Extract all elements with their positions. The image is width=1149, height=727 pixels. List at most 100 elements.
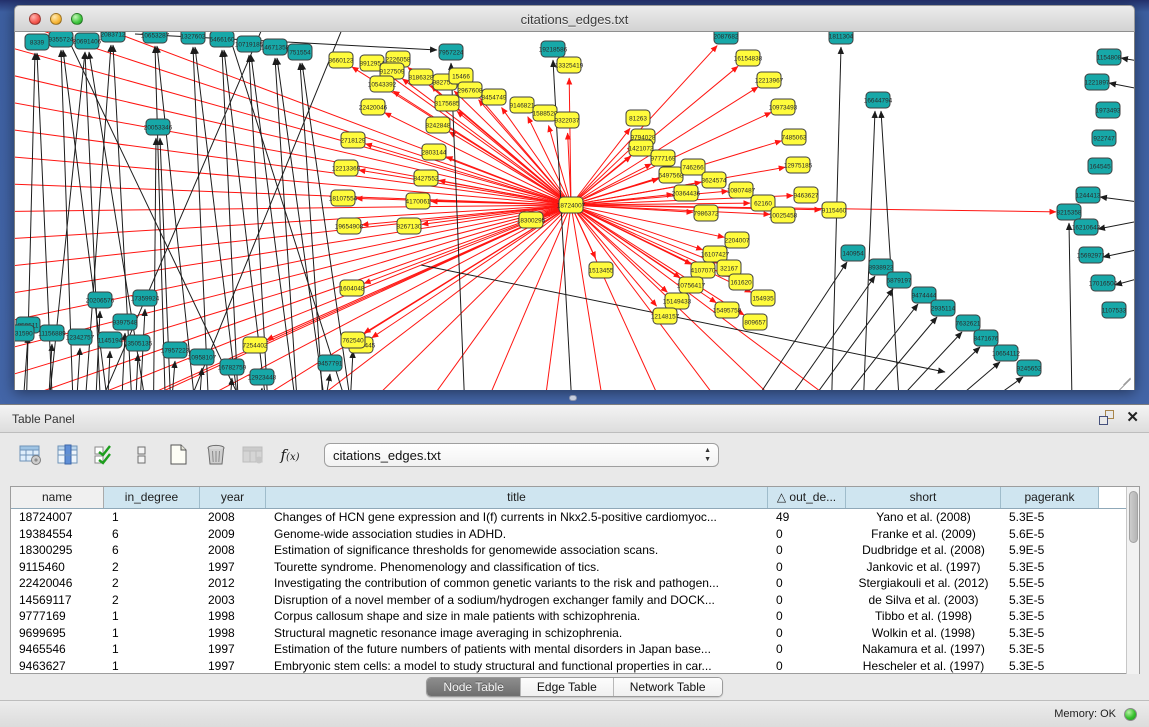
window-titlebar[interactable]: citations_edges.txt bbox=[14, 5, 1135, 32]
cell-out_de[interactable]: 0 bbox=[768, 542, 846, 559]
graph-node[interactable]: 10756417 bbox=[677, 277, 706, 293]
cell-name[interactable]: 14569117 bbox=[11, 592, 104, 609]
graph-node[interactable]: 16644794 bbox=[864, 92, 893, 108]
table-row[interactable]: 1456911722003Disruption of a novel membe… bbox=[11, 592, 1139, 609]
graph-node[interactable]: 12342757 bbox=[66, 329, 95, 345]
graph-node[interactable]: 6466160 bbox=[210, 32, 235, 47]
cell-title[interactable]: Disruption of a novel member of a sodium… bbox=[266, 592, 768, 609]
cell-title[interactable]: Investigating the contribution of common… bbox=[266, 575, 768, 592]
graph-node[interactable]: 8471676 bbox=[974, 330, 999, 346]
column-header-pagerank[interactable]: pagerank bbox=[1001, 487, 1099, 508]
cell-name[interactable]: 18724007 bbox=[11, 509, 104, 526]
graph-node[interactable]: 7485063 bbox=[782, 129, 807, 145]
tab-node-table[interactable]: Node Table bbox=[427, 678, 520, 696]
delete-button[interactable] bbox=[199, 440, 233, 470]
graph-node[interactable]: 2087682 bbox=[714, 32, 739, 44]
graph-node[interactable]: 1973493 bbox=[1096, 102, 1121, 118]
cell-out_de[interactable]: 0 bbox=[768, 658, 846, 675]
graph-node[interactable]: 10025458 bbox=[769, 207, 798, 223]
graph-node[interactable]: 18107554 bbox=[329, 190, 358, 206]
graph-node[interactable]: 8242848 bbox=[426, 117, 451, 133]
tab-edge-table[interactable]: Edge Table bbox=[520, 678, 613, 696]
cell-year[interactable]: 1998 bbox=[200, 625, 266, 642]
function-builder-button[interactable]: f(x) bbox=[273, 440, 307, 470]
cell-year[interactable]: 2012 bbox=[200, 575, 266, 592]
cell-in_degree[interactable]: 1 bbox=[104, 641, 200, 658]
cell-title[interactable]: Embryonic stem cells: a model to study s… bbox=[266, 658, 768, 675]
cell-year[interactable]: 1997 bbox=[200, 658, 266, 675]
graph-node[interactable]: 3175685 bbox=[435, 95, 460, 111]
row-selection-button[interactable] bbox=[88, 440, 122, 470]
table-row[interactable]: 1830029562008Estimation of significance … bbox=[11, 542, 1139, 559]
cell-out_de[interactable]: 0 bbox=[768, 526, 846, 543]
graph-node[interactable]: 3624574 bbox=[702, 172, 727, 188]
graph-node[interactable]: 10653287 bbox=[141, 32, 170, 43]
graph-node[interactable]: 9457791 bbox=[318, 355, 343, 371]
graph-node[interactable]: 154935 bbox=[751, 290, 775, 306]
graph-node[interactable]: 18724007 bbox=[557, 197, 586, 213]
column-header-year[interactable]: year bbox=[200, 487, 266, 508]
graph-node[interactable]: 19218586 bbox=[539, 41, 568, 57]
cell-pagerank[interactable]: 5.3E-5 bbox=[1001, 658, 1099, 675]
column-header-short[interactable]: short bbox=[846, 487, 1001, 508]
graph-node[interactable]: 1154808 bbox=[1097, 49, 1122, 65]
graph-node[interactable]: 14671358 bbox=[261, 39, 290, 55]
graph-node[interactable]: 1421072 bbox=[629, 140, 654, 156]
tab-network-table[interactable]: Network Table bbox=[613, 678, 722, 696]
graph-node[interactable]: 1513455 bbox=[589, 262, 614, 278]
splitter-handle[interactable] bbox=[569, 395, 577, 401]
cell-out_de[interactable]: 0 bbox=[768, 625, 846, 642]
table-row[interactable]: 946362711997Embryonic stem cells: a mode… bbox=[11, 658, 1139, 675]
table-row[interactable]: 2242004622012Investigating the contribut… bbox=[11, 575, 1139, 592]
graph-node[interactable]: 9463627 bbox=[794, 187, 819, 203]
graph-node[interactable]: 9322037 bbox=[555, 112, 580, 128]
cell-title[interactable]: Estimation of significance thresholds fo… bbox=[266, 542, 768, 559]
cell-short[interactable]: Franke et al. (2009) bbox=[846, 526, 1001, 543]
cell-short[interactable]: Dudbridge et al. (2008) bbox=[846, 542, 1001, 559]
cell-in_degree[interactable]: 1 bbox=[104, 509, 200, 526]
column-header-out_de[interactable]: △ out_de... bbox=[768, 487, 846, 508]
graph-node[interactable]: 8215358 bbox=[1057, 204, 1082, 220]
graph-node[interactable]: 10654112 bbox=[992, 345, 1020, 361]
delete-table-button[interactable] bbox=[236, 440, 270, 470]
graph-node[interactable]: 9115460 bbox=[822, 202, 847, 218]
cell-title[interactable]: Tourette syndrome. Phenomenology and cla… bbox=[266, 559, 768, 576]
cell-pagerank[interactable]: 5.3E-5 bbox=[1001, 641, 1099, 658]
graph-node[interactable]: 12213369 bbox=[332, 160, 361, 176]
graph-node[interactable]: 8454749 bbox=[482, 89, 507, 105]
graph-node[interactable]: 7632621 bbox=[956, 315, 981, 331]
graph-node[interactable]: 2718129 bbox=[341, 132, 366, 148]
graph-node[interactable]: 4170061 bbox=[406, 193, 431, 209]
graph-node[interactable]: 161620 bbox=[729, 274, 753, 290]
cell-pagerank[interactable]: 5.3E-5 bbox=[1001, 509, 1099, 526]
graph-node[interactable]: 922747 bbox=[1092, 130, 1116, 146]
graph-node[interactable]: 18300295 bbox=[517, 212, 546, 228]
memory-status-led[interactable] bbox=[1124, 708, 1137, 721]
cell-name[interactable]: 18300295 bbox=[11, 542, 104, 559]
graph-node[interactable]: 9245652 bbox=[1017, 360, 1042, 376]
cell-in_degree[interactable]: 2 bbox=[104, 559, 200, 576]
graph-node[interactable]: 2935114 bbox=[931, 300, 956, 316]
graph-node[interactable]: 20206576 bbox=[86, 292, 115, 308]
cell-name[interactable]: 22420046 bbox=[11, 575, 104, 592]
graph-node[interactable]: 9397548 bbox=[113, 314, 138, 330]
cell-pagerank[interactable]: 5.3E-5 bbox=[1001, 592, 1099, 609]
graph-node[interactable]: 6879197 bbox=[887, 272, 912, 288]
graph-node[interactable]: 4107070 bbox=[691, 262, 716, 278]
graph-node[interactable]: 8427552 bbox=[414, 170, 439, 186]
close-panel-icon[interactable]: ✕ bbox=[1126, 410, 1139, 425]
table-scrollbar[interactable] bbox=[1126, 487, 1139, 674]
cell-pagerank[interactable]: 5.5E-5 bbox=[1001, 575, 1099, 592]
graph-node[interactable]: 1221897 bbox=[1085, 74, 1110, 90]
cell-title[interactable]: Genome-wide association studies in ADHD. bbox=[266, 526, 768, 543]
graph-node[interactable]: 12148157 bbox=[651, 308, 680, 324]
graph-node[interactable]: 9146821 bbox=[510, 97, 535, 113]
float-panel-icon[interactable] bbox=[1099, 410, 1114, 425]
graph-node[interactable]: 1811304 bbox=[829, 32, 854, 44]
column-header-title[interactable]: title bbox=[266, 487, 768, 508]
graph-node[interactable]: 2083712 bbox=[101, 32, 126, 42]
cell-year[interactable]: 1997 bbox=[200, 559, 266, 576]
graph-node[interactable]: 1145194 bbox=[98, 332, 123, 348]
cell-short[interactable]: Jankovic et al. (1997) bbox=[846, 559, 1001, 576]
cell-name[interactable]: 9463627 bbox=[11, 658, 104, 675]
